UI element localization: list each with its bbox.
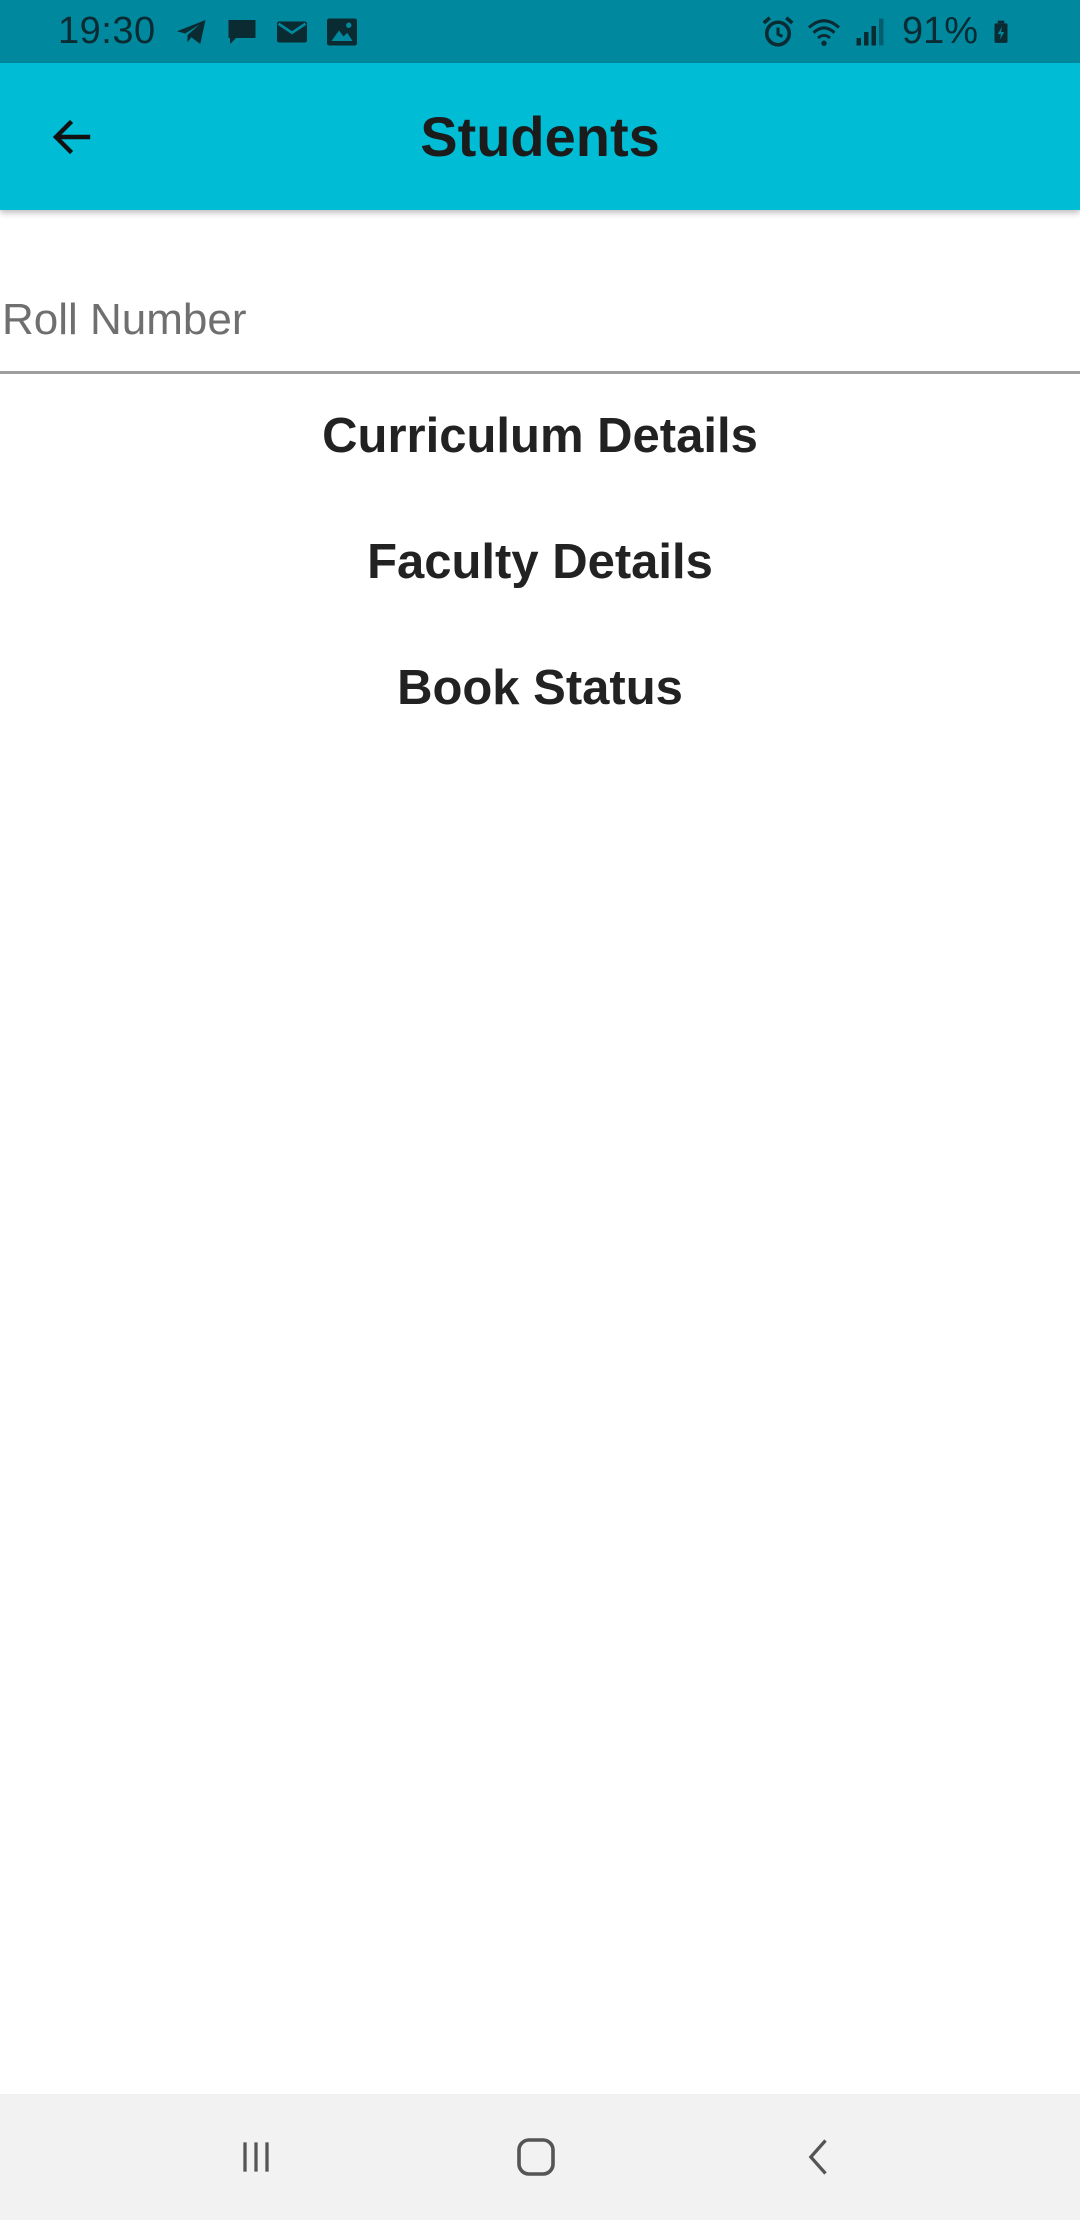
home-icon: [517, 2138, 555, 2176]
status-bar: 19:30 91%: [0, 0, 1080, 63]
battery-percentage: 91%: [901, 10, 978, 52]
battery-charging-icon: [994, 20, 1008, 43]
email-icon: [276, 21, 307, 42]
page-title: Students: [420, 105, 660, 168]
home-button[interactable]: [501, 2122, 571, 2192]
system-back-button[interactable]: [785, 2122, 855, 2192]
chat-icon: [228, 19, 256, 44]
wifi-icon: [807, 18, 840, 46]
alarm-icon: [762, 15, 794, 47]
roll-number-input[interactable]: [0, 268, 1080, 374]
app-bar: Students: [0, 63, 1080, 210]
back-button[interactable]: [36, 101, 108, 173]
signal-icon: [856, 18, 884, 45]
status-right: 91%: [760, 0, 1024, 63]
status-time: 19:30: [58, 10, 156, 52]
curriculum-details-button[interactable]: Curriculum Details: [0, 391, 1080, 481]
book-status-button[interactable]: Book Status: [0, 643, 1080, 733]
arrow-back-icon: [52, 119, 91, 155]
gallery-icon: [326, 18, 357, 45]
recent-apps-button[interactable]: [221, 2122, 291, 2192]
navigation-bar: [0, 2094, 1080, 2220]
telegram-icon: [176, 19, 206, 44]
recent-apps-icon: [243, 2142, 269, 2172]
status-left: 19:30: [58, 0, 374, 63]
back-icon: [808, 2139, 827, 2175]
faculty-details-button[interactable]: Faculty Details: [0, 517, 1080, 607]
